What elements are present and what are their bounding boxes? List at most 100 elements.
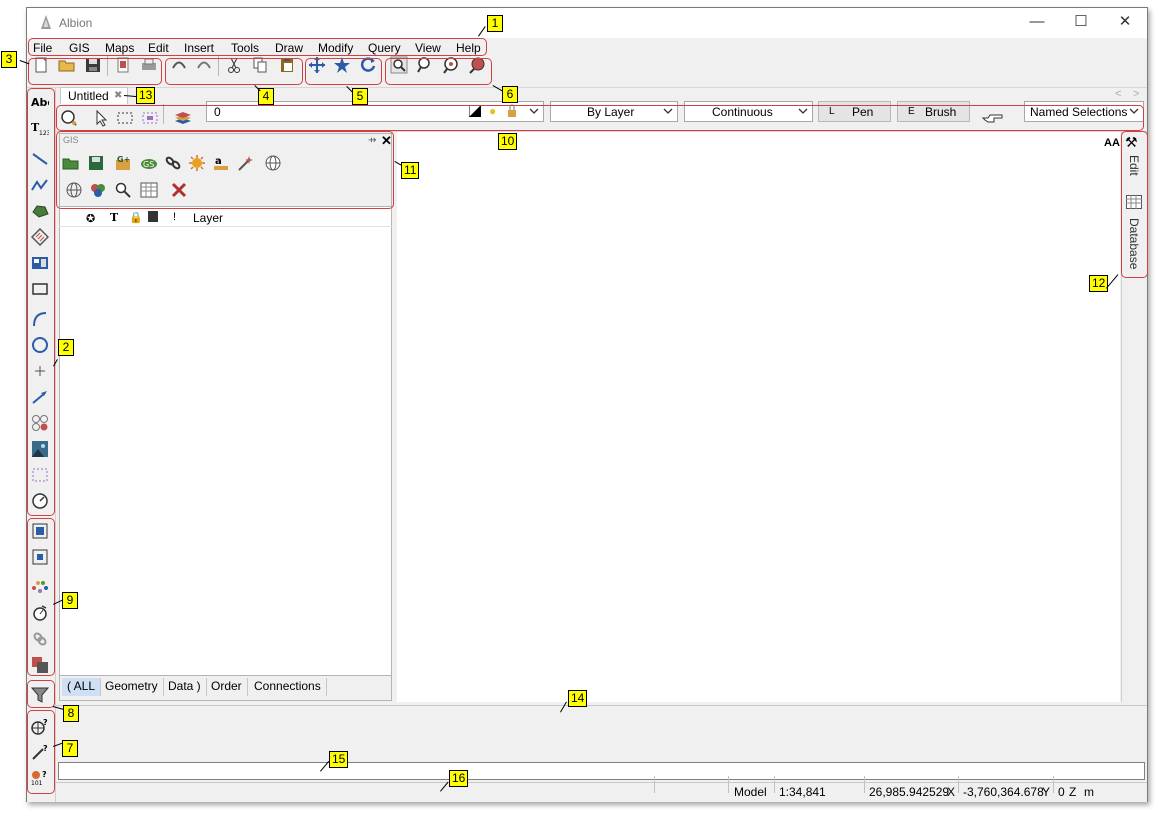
- tab-close-icon[interactable]: ✖: [114, 90, 122, 101]
- menu-view[interactable]: View: [415, 41, 441, 55]
- tab-all[interactable]: ( ALL: [62, 678, 102, 696]
- measure-gauge-icon[interactable]: [29, 490, 51, 512]
- query-line-icon[interactable]: ?: [29, 741, 51, 763]
- save-icon[interactable]: [82, 54, 104, 76]
- arc-icon[interactable]: [29, 308, 51, 330]
- panel-close-icon[interactable]: ✕: [381, 133, 392, 149]
- tab-order[interactable]: Order: [206, 678, 248, 696]
- print-preview-icon[interactable]: [112, 54, 134, 76]
- menu-help[interactable]: Help: [456, 41, 481, 55]
- tab-connections[interactable]: Connections: [249, 678, 327, 696]
- layers-stack-icon[interactable]: [172, 107, 194, 129]
- brush-toggle[interactable]: E Brush: [897, 101, 970, 122]
- gis-table-icon[interactable]: [138, 179, 160, 201]
- rectangle-icon[interactable]: [29, 278, 51, 300]
- minimize-button[interactable]: —: [1015, 8, 1059, 38]
- menu-file[interactable]: File: [33, 41, 52, 55]
- refresh-icon[interactable]: [357, 54, 379, 76]
- layer-lock-icon[interactable]: [507, 104, 517, 118]
- gis-connect-icon[interactable]: GS: [138, 152, 160, 174]
- link-icon[interactable]: [29, 628, 51, 650]
- undo-icon[interactable]: [168, 54, 190, 76]
- zoom-selection-icon[interactable]: [29, 546, 51, 568]
- database-panel-tab[interactable]: Database: [1127, 218, 1141, 269]
- maximize-button[interactable]: ☐: [1059, 8, 1103, 38]
- query-data-icon[interactable]: 101?: [29, 766, 51, 788]
- point-icon[interactable]: [29, 360, 51, 382]
- menu-query[interactable]: Query: [368, 41, 401, 55]
- zoom-window-icon[interactable]: [388, 54, 410, 76]
- cut-icon[interactable]: [223, 54, 245, 76]
- pointing-hand-icon[interactable]: [980, 107, 1006, 129]
- filter-icon[interactable]: [29, 684, 51, 706]
- zoom-out-icon[interactable]: [440, 54, 462, 76]
- new-file-icon[interactable]: [30, 54, 52, 76]
- gis-web-service-icon[interactable]: [63, 179, 85, 201]
- gis-magic-wand-icon[interactable]: [234, 152, 256, 174]
- edit-panel-tab[interactable]: Edit: [1127, 155, 1141, 176]
- favorite-view-icon[interactable]: [331, 54, 353, 76]
- block-icon[interactable]: [29, 252, 51, 274]
- layer-manager-icon[interactable]: [58, 107, 80, 129]
- polygon-icon[interactable]: [29, 200, 51, 222]
- hatch-icon[interactable]: [29, 226, 51, 248]
- chevron-down-icon[interactable]: [529, 105, 539, 117]
- query-point-icon[interactable]: ?: [29, 716, 51, 738]
- label-column-icon[interactable]: T: [110, 211, 118, 224]
- arrow-icon[interactable]: [29, 386, 51, 408]
- text-123-icon[interactable]: T 123: [29, 117, 51, 139]
- model-space-label[interactable]: Model: [734, 785, 767, 799]
- zoom-lasso-icon[interactable]: [414, 54, 436, 76]
- gis-theme-icon[interactable]: [87, 179, 109, 201]
- circle-icon[interactable]: [29, 334, 51, 356]
- select-column-icon[interactable]: [148, 211, 158, 222]
- linetype-select[interactable]: Continuous: [684, 101, 813, 122]
- text-abc-icon[interactable]: Abc: [29, 91, 51, 113]
- gis-globe-icon[interactable]: [262, 152, 284, 174]
- gis-search-icon[interactable]: [112, 179, 134, 201]
- menu-modify[interactable]: Modify: [318, 41, 353, 55]
- pen-toggle[interactable]: L Pen: [818, 101, 891, 122]
- redo-icon[interactable]: [193, 54, 215, 76]
- gis-label-icon[interactable]: a: [210, 152, 232, 174]
- gis-open-icon[interactable]: [60, 152, 82, 174]
- gis-save-icon[interactable]: [85, 152, 107, 174]
- snap-points-icon[interactable]: [29, 576, 51, 598]
- document-tab-untitled[interactable]: Untitled ✖: [60, 87, 128, 104]
- zoom-all-icon[interactable]: [29, 520, 51, 542]
- close-button[interactable]: ✕: [1103, 8, 1147, 38]
- select-pointer-icon[interactable]: [90, 107, 112, 129]
- chevron-down-icon[interactable]: [1129, 105, 1139, 117]
- tab-data[interactable]: Data ): [163, 678, 207, 696]
- color-select[interactable]: By Layer: [550, 101, 678, 122]
- scale-readout[interactable]: 1:34,841: [779, 785, 826, 799]
- polyline-icon[interactable]: [29, 174, 51, 196]
- gis-add-layer-icon[interactable]: G+: [113, 152, 135, 174]
- rotate-view-icon[interactable]: [29, 602, 51, 624]
- layer-select[interactable]: 0 ●: [206, 101, 544, 122]
- visibility-column-icon[interactable]: ✪: [86, 212, 95, 225]
- drawing-canvas[interactable]: [397, 132, 1120, 702]
- select-window-icon[interactable]: [114, 107, 136, 129]
- menu-tools[interactable]: Tools: [231, 41, 259, 55]
- menu-draw[interactable]: Draw: [275, 41, 303, 55]
- pan-icon[interactable]: [306, 54, 328, 76]
- layer-visible-bulb-icon[interactable]: ●: [489, 104, 496, 118]
- open-folder-icon[interactable]: [56, 54, 78, 76]
- gis-highlight-icon[interactable]: [186, 152, 208, 174]
- database-table-icon[interactable]: [1126, 195, 1142, 209]
- raster-image-icon[interactable]: [29, 438, 51, 460]
- region-select-icon[interactable]: [29, 464, 51, 486]
- font-size-icon[interactable]: AA: [1104, 137, 1120, 149]
- lock-column-icon[interactable]: 🔒: [129, 211, 143, 224]
- command-input[interactable]: [58, 762, 1145, 780]
- tools-hammer-icon[interactable]: ⚒: [1125, 134, 1138, 151]
- menu-gis[interactable]: GIS: [69, 41, 90, 55]
- tab-geometry[interactable]: Geometry: [100, 678, 164, 696]
- tab-scroll-left-icon[interactable]: <: [1115, 88, 1121, 100]
- print-icon[interactable]: [138, 54, 160, 76]
- zoom-extents-icon[interactable]: [466, 54, 488, 76]
- paste-icon[interactable]: [276, 54, 298, 76]
- chevron-down-icon[interactable]: [798, 105, 808, 117]
- status-column-icon[interactable]: !: [173, 211, 176, 223]
